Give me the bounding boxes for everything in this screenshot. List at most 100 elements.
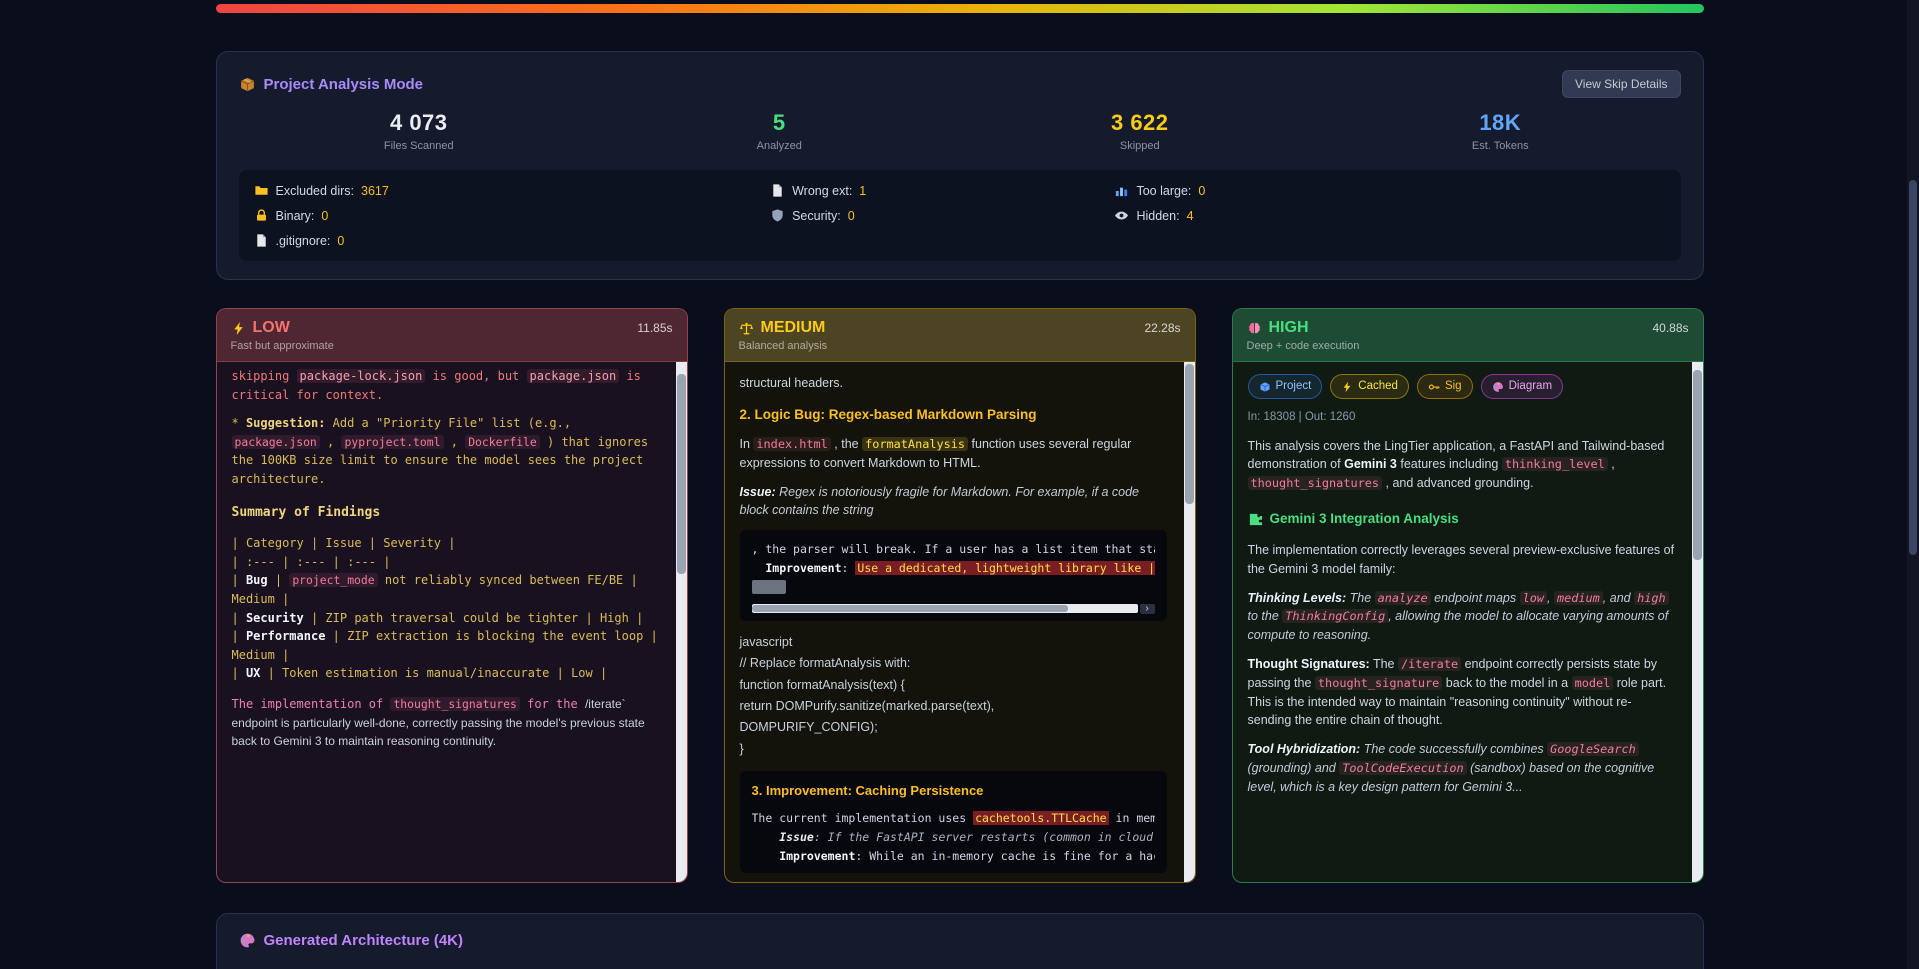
- vertical-scrollbar[interactable]: [675, 362, 687, 882]
- badge-diagram: Diagram: [1480, 374, 1564, 400]
- badge-project: Project: [1247, 374, 1323, 400]
- table-line: | :--- | :--- | :--- |: [231, 554, 391, 569]
- paragraph: Thought Signatures: The /iterate endpoin…: [1247, 657, 1667, 728]
- lightning-icon: [231, 321, 246, 336]
- paragraph: Thinking Levels: The analyze endpoint ma…: [1247, 590, 1669, 643]
- stat-label: Files Scanned: [383, 140, 454, 152]
- shield-icon: [770, 208, 785, 223]
- puzzle-icon: [1248, 512, 1263, 527]
- paragraph: This analysis covers the LingTier applic…: [1247, 438, 1665, 491]
- tier-high-heading: HIGH Deep + code execution: [1247, 319, 1360, 352]
- paragraph: structural headers.: [739, 376, 844, 390]
- code-line: Improvement: Use a dedicated, lightweigh…: [752, 559, 1155, 578]
- scrollbar-track[interactable]: [751, 604, 1138, 614]
- text-line: DOMPURIFY_CONFIG);: [739, 720, 878, 735]
- tier-low-header: LOW Fast but approximate 11.85s: [216, 309, 687, 362]
- tier-name: MEDIUM: [760, 319, 826, 336]
- tier-duration: 11.85s: [637, 321, 673, 335]
- stat-value: 5: [772, 110, 786, 135]
- findings-heading: Summary of Findings: [231, 504, 381, 520]
- tier-duration: 40.88s: [1652, 321, 1689, 335]
- stat-label: Analyzed: [756, 140, 802, 152]
- scrollbar-thumb[interactable]: [1692, 370, 1702, 560]
- skip-item-binary: Binary: 0: [254, 208, 771, 223]
- code-block: , the parser will break. If a user has a…: [739, 530, 1167, 621]
- tier-card-medium: MEDIUM Balanced analysis 22.28s structur…: [723, 308, 1196, 883]
- bar-chart-icon: [1114, 183, 1129, 198]
- tier-medium-header: MEDIUM Balanced analysis 22.28s: [724, 309, 1195, 362]
- table-line: | Performance | ZIP extraction is blocki…: [231, 629, 658, 662]
- scroll-right-arrow[interactable]: ›: [1139, 603, 1155, 614]
- brain-icon: [1247, 321, 1262, 336]
- tier-low-heading: LOW Fast but approximate: [231, 319, 334, 352]
- package-icon: [1259, 381, 1271, 393]
- paragraph: Tool Hybridization: The code successfull…: [1247, 742, 1655, 794]
- panel-title-text: Project Analysis Mode: [263, 75, 424, 93]
- skip-column: Too large: 0 Hidden: 4: [1114, 183, 1665, 248]
- page-scrollbar[interactable]: [1907, 0, 1919, 969]
- scales-icon: [739, 321, 754, 336]
- tier-subtitle: Deep + code execution: [1246, 340, 1360, 352]
- stat-label: Skipped: [1119, 140, 1160, 152]
- page: Project Analysis Mode View Skip Details …: [215, 0, 1704, 969]
- scrollbar-thumb[interactable]: [1909, 180, 1917, 555]
- tier-medium-heading: MEDIUM Balanced analysis: [739, 319, 828, 352]
- tier-low-content[interactable]: skipping package-lock.json is good, but …: [217, 362, 687, 882]
- table-line: | Bug | project_mode not reliably synced…: [231, 573, 638, 606]
- stat-value: 3 622: [1110, 110, 1169, 135]
- horizontal-scrollbar[interactable]: ›: [751, 603, 1155, 614]
- tier-high-header: HIGH Deep + code execution 40.88s: [1232, 309, 1703, 362]
- tier-card-high: HIGH Deep + code execution 40.88s Projec…: [1231, 308, 1704, 883]
- vertical-scrollbar[interactable]: [1691, 362, 1703, 882]
- package-icon: [239, 76, 256, 93]
- paragraph: * Suggestion: Add a "Priority File" list…: [231, 416, 649, 487]
- code-line: Improvement: While an in-memory cache is…: [779, 848, 1154, 863]
- section-heading: 2. Logic Bug: Regex-based Markdown Parsi…: [739, 406, 1037, 422]
- lock-icon: [254, 208, 269, 223]
- stat-skipped: 3 622 Skipped: [960, 110, 1321, 152]
- scrollbar-thumb[interactable]: [1184, 364, 1194, 504]
- view-skip-details-button[interactable]: View Skip Details: [1562, 70, 1681, 98]
- scrollbar-thumb[interactable]: [751, 605, 1069, 613]
- panel-title: Project Analysis Mode: [239, 75, 424, 93]
- text-line: }: [739, 741, 744, 756]
- tier-medium-content[interactable]: structural headers. 2. Logic Bug: Regex-…: [725, 362, 1195, 882]
- text-line: javascript: [739, 634, 793, 649]
- section-heading: Gemini 3 Integration Analysis: [1248, 509, 1675, 529]
- vertical-scrollbar[interactable]: [1183, 362, 1195, 882]
- skip-column: Excluded dirs: 3617 Binary: 0 .gitignore…: [254, 183, 771, 248]
- section-heading: 3. Improvement: Caching Persistence: [751, 783, 984, 799]
- palette-icon: [239, 932, 256, 949]
- stat-analyzed: 5 Analyzed: [599, 110, 960, 152]
- lightning-icon: [1341, 381, 1353, 393]
- text-line: // Replace formatAnalysis with:: [739, 656, 911, 671]
- panel-header-row: Project Analysis Mode View Skip Details: [239, 70, 1681, 98]
- stats-row: 4 073 Files Scanned 5 Analyzed 3 622 Ski…: [239, 110, 1681, 152]
- tier-name: LOW: [252, 319, 290, 336]
- text-line: function formatAnalysis(text) {: [739, 677, 905, 692]
- stat-label: Est. Tokens: [1471, 140, 1529, 152]
- paragraph: The implementation of thought_signatures…: [231, 696, 645, 749]
- text-line: return DOMPurify.sanitize(marked.parse(t…: [739, 699, 995, 714]
- code-text-lines: javascript // Replace formatAnalysis wit…: [740, 633, 1167, 759]
- code-line: , the parser will break. If a user has a…: [751, 542, 1155, 557]
- tier-subtitle: Balanced analysis: [738, 340, 828, 352]
- tier-duration: 22.28s: [1144, 321, 1181, 335]
- tier-grid: LOW Fast but approximate 11.85s skipping…: [215, 308, 1704, 883]
- file-icon: [770, 183, 785, 198]
- tier-card-low: LOW Fast but approximate 11.85s skipping…: [215, 308, 688, 883]
- spectrum-gradient-bar: [215, 4, 1704, 13]
- table-line: | UX | Token estimation is manual/inaccu…: [231, 666, 608, 681]
- skip-details-panel: Excluded dirs: 3617 Binary: 0 .gitignore…: [238, 170, 1681, 261]
- code-line: Issue: If the FastAPI server restarts (c…: [779, 829, 1154, 844]
- code-line: [751, 578, 1155, 597]
- stat-value: 18K: [1479, 110, 1522, 135]
- palette-icon: [1492, 381, 1504, 393]
- skip-item-too-large: Too large: 0: [1114, 183, 1665, 198]
- skip-item-hidden: Hidden: 4: [1114, 208, 1665, 223]
- code-line: The current implementation uses cachetoo…: [751, 810, 1155, 825]
- tier-high-content[interactable]: Project Cached Sig Diagram In: 18308 | O…: [1233, 362, 1703, 882]
- badge-sig: Sig: [1416, 374, 1473, 400]
- scrollbar-thumb[interactable]: [676, 374, 686, 574]
- badge-cached: Cached: [1330, 374, 1409, 400]
